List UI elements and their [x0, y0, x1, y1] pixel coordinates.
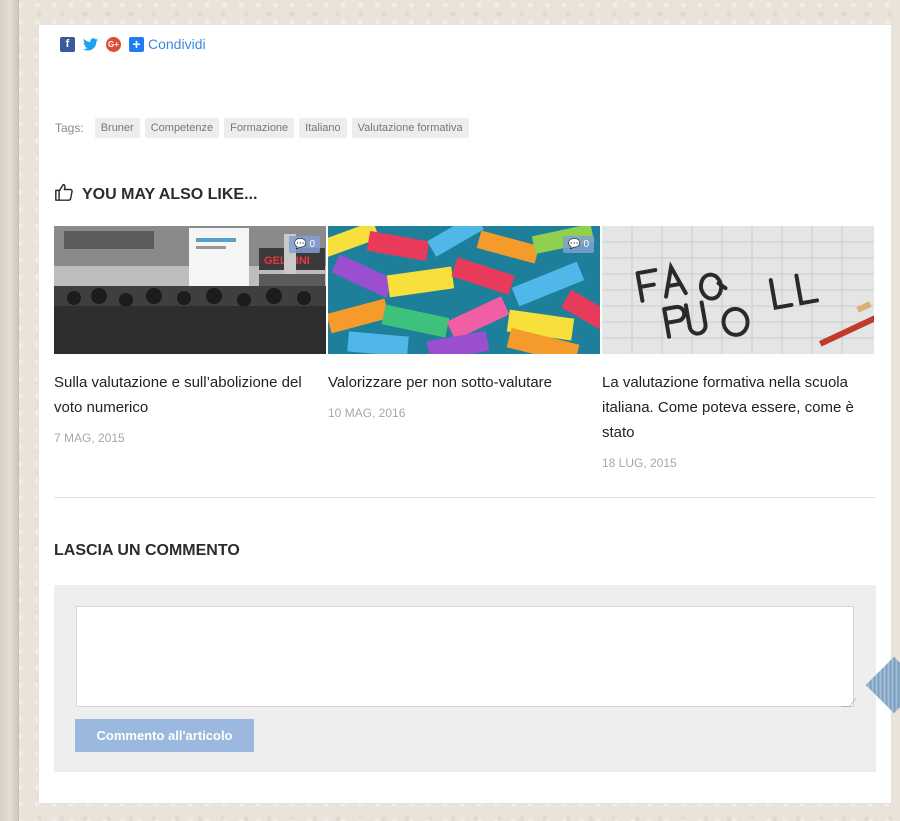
post-thumbnail[interactable]: 💬 0	[328, 226, 600, 354]
comment-form: Commento all'articolo	[54, 585, 876, 772]
page-edge-strip	[0, 0, 19, 821]
post-date: 10 MAG, 2016	[328, 406, 406, 420]
post-date: 18 LUG, 2015	[602, 456, 677, 470]
related-posts: GELMINI 💬 0 Sulla valutazione e sull’abo…	[54, 226, 876, 470]
twitter-icon[interactable]	[83, 37, 98, 52]
google-plus-icon[interactable]: G+	[106, 36, 121, 52]
tags-row: Tags: Bruner Competenze Formazione Itali…	[55, 118, 469, 138]
post-thumbnail[interactable]	[602, 226, 874, 354]
post-title-link[interactable]: Sulla valutazione e sull’abolizione del …	[54, 370, 328, 420]
submit-comment-button[interactable]: Commento all'articolo	[75, 719, 254, 752]
facebook-icon[interactable]: f	[60, 36, 75, 52]
comment-bubble-icon: 💬	[294, 239, 307, 250]
comment-textarea[interactable]	[76, 606, 854, 707]
related-heading: YOU MAY ALSO LIKE...	[54, 183, 257, 206]
tags-label: Tags:	[55, 121, 84, 135]
thumbs-up-icon	[54, 183, 74, 206]
section-divider	[54, 497, 876, 498]
comment-bubble-icon: 💬	[568, 239, 581, 250]
tag-link[interactable]: Bruner	[94, 118, 140, 138]
post-date: 7 MAG, 2015	[54, 431, 125, 445]
comment-heading: LASCIA UN COMMENTO	[54, 542, 240, 559]
comment-count-badge: 💬 0	[563, 236, 594, 253]
related-post[interactable]: La valutazione formativa nella scuola it…	[602, 226, 876, 470]
plus-icon[interactable]: +	[129, 36, 144, 52]
related-post[interactable]: 💬 0 Valorizzare per non sotto-valutare 1…	[328, 226, 602, 470]
tag-link[interactable]: Valutazione formativa	[351, 118, 469, 138]
related-heading-text: YOU MAY ALSO LIKE...	[82, 185, 258, 203]
related-post[interactable]: GELMINI 💬 0 Sulla valutazione e sull’abo…	[54, 226, 328, 470]
tag-link[interactable]: Competenze	[144, 118, 220, 138]
comment-count-badge: 💬 0	[289, 236, 320, 253]
tag-link[interactable]: Formazione	[224, 118, 295, 138]
tag-link[interactable]: Italiano	[299, 118, 347, 138]
post-title-link[interactable]: La valutazione formativa nella scuola it…	[602, 370, 876, 445]
share-bar: f G+ + Condividi	[60, 35, 206, 53]
post-title-link[interactable]: Valorizzare per non sotto-valutare	[328, 370, 602, 395]
share-link[interactable]: Condividi	[148, 36, 206, 52]
post-thumbnail[interactable]: GELMINI 💬 0	[54, 226, 326, 354]
